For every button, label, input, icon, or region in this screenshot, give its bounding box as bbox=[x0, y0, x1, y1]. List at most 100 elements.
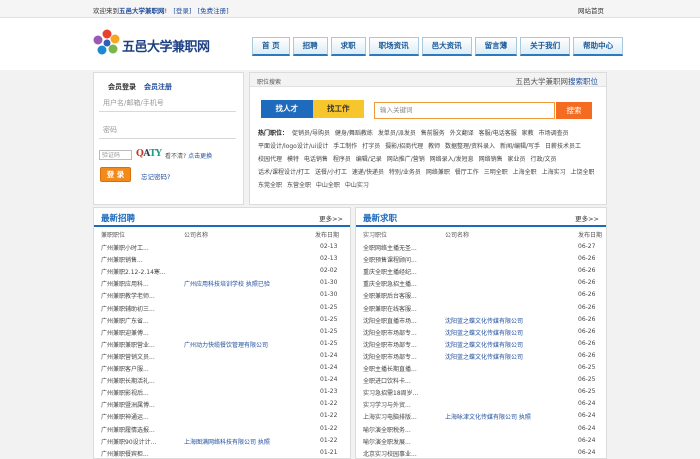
row-job-link[interactable]: 广州兼职应用科... bbox=[101, 279, 181, 288]
row-company-link[interactable]: 沈阳蓝之蝶文化传媒有限公司 bbox=[445, 340, 575, 349]
logo-text[interactable]: 五邑大学兼职网 bbox=[122, 36, 210, 55]
nav-home[interactable]: 首 页 bbox=[252, 37, 290, 56]
hot-job-link[interactable]: 编辑/记录 bbox=[356, 156, 382, 163]
row-job-link[interactable]: 实习急招需18周岁... bbox=[363, 388, 443, 397]
hot-job-link[interactable]: 速递/快递员 bbox=[352, 169, 384, 176]
hot-job-link[interactable]: 健身/舞蹈教练 bbox=[335, 130, 373, 137]
hot-job-link[interactable]: 程序员 bbox=[333, 156, 351, 163]
hot-job-link[interactable]: 打字员 bbox=[362, 143, 380, 150]
row-job-link[interactable]: 广州兼职营销文员... bbox=[101, 352, 181, 361]
hot-job-link[interactable]: 外文翻译 bbox=[450, 130, 474, 137]
top-register-link[interactable]: [免费注册] bbox=[198, 7, 229, 15]
hot-job-link[interactable]: 手工制作 bbox=[333, 143, 357, 150]
nav-about[interactable]: 关于我们 bbox=[520, 37, 571, 56]
hot-job-link[interactable]: 特别/业务员 bbox=[389, 169, 421, 176]
find-talent-tab[interactable]: 找人才 bbox=[261, 100, 313, 118]
row-job-link[interactable]: 广州兼职餐宾柜... bbox=[101, 449, 181, 458]
captcha-input[interactable]: 验证码 bbox=[99, 150, 132, 160]
row-job-link[interactable]: 广州兼职履情选报... bbox=[101, 425, 181, 434]
row-job-link[interactable]: 广州兼职兼职营业... bbox=[101, 340, 181, 349]
row-job-link[interactable]: 沈阳全职直播市场... bbox=[363, 316, 443, 325]
row-company-link[interactable]: 上海图满网络科技有限公司 执照 bbox=[184, 437, 314, 446]
hot-job-link[interactable]: 网络销售 bbox=[479, 156, 503, 163]
row-job-link[interactable]: 沈阳全职市场部专... bbox=[363, 340, 443, 349]
hot-job-link[interactable]: 新闻/编辑/写手 bbox=[500, 143, 540, 150]
hot-job-link[interactable]: 三明全职 bbox=[484, 169, 508, 176]
hot-job-link[interactable]: 网站推广/营销 bbox=[387, 156, 425, 163]
hot-job-link[interactable]: 东莞全职 bbox=[258, 182, 282, 189]
hot-job-link[interactable]: 摄影/招商代理 bbox=[385, 143, 423, 150]
captcha-refresh-link[interactable]: 点击更换 bbox=[188, 153, 212, 160]
hot-job-link[interactable]: 日薪技术员工 bbox=[545, 143, 581, 150]
row-job-link[interactable]: 重庆全职主播经纪... bbox=[363, 267, 443, 276]
hot-job-link[interactable]: 家教 bbox=[522, 130, 534, 137]
hot-job-link[interactable]: 家业员 bbox=[508, 156, 526, 163]
nav-guestbook[interactable]: 留言薄 bbox=[474, 37, 518, 56]
row-job-link[interactable]: 广州兼职广东省... bbox=[101, 316, 181, 325]
nav-help[interactable]: 帮助中心 bbox=[573, 37, 624, 56]
hot-job-link[interactable]: 中山实习 bbox=[345, 182, 369, 189]
seek-more-link[interactable]: 更多>> bbox=[575, 213, 599, 223]
row-job-link[interactable]: 广州兼职迎兼傅... bbox=[101, 328, 181, 337]
row-company-link[interactable]: 广州动力快缆餐饮管理有限公司 bbox=[184, 340, 314, 349]
hot-job-link[interactable]: 送餐/小打工 bbox=[315, 169, 347, 176]
row-job-link[interactable]: 北京实习校园事业... bbox=[363, 449, 443, 458]
row-job-link[interactable]: 喻尔演全职发展... bbox=[363, 437, 443, 446]
nav-school-news[interactable]: 邑大资讯 bbox=[421, 37, 472, 56]
tab-member-login[interactable]: 会员登录 bbox=[108, 83, 136, 91]
row-job-link[interactable]: 全职进口饮料卡... bbox=[363, 376, 443, 385]
hot-job-link[interactable]: 教师 bbox=[428, 143, 440, 150]
hot-job-link[interactable]: 市场调查员 bbox=[539, 130, 569, 137]
row-job-link[interactable]: 重庆全职急招主播... bbox=[363, 279, 443, 288]
hot-job-link[interactable]: 售前服务 bbox=[421, 130, 445, 137]
row-job-link[interactable]: 广州兼职2.12-2.14寒... bbox=[101, 267, 181, 276]
row-company-link[interactable]: 沈阳蓝之蝶文化传媒有限公司 bbox=[445, 328, 575, 337]
home-link[interactable]: 网站首页 bbox=[578, 5, 604, 15]
row-job-link[interactable]: 全职主播长期直播... bbox=[363, 364, 443, 373]
hot-job-link[interactable]: 校园代理 bbox=[258, 156, 282, 163]
row-job-link[interactable]: 实习学习与外贸... bbox=[363, 400, 443, 409]
username-field[interactable]: 用户名/邮箱/手机号 bbox=[99, 95, 236, 112]
row-job-link[interactable]: 全职兼职后台客服... bbox=[363, 291, 443, 300]
row-job-link[interactable]: 广州兼职神通运... bbox=[101, 412, 181, 421]
row-job-link[interactable]: 广州兼职销售... bbox=[101, 255, 181, 264]
row-job-link[interactable]: 沈阳全职市场部专... bbox=[363, 352, 443, 361]
hot-job-link[interactable]: 电话销售 bbox=[304, 156, 328, 163]
row-job-link[interactable]: 广州兼职90设计计... bbox=[101, 437, 181, 446]
hot-job-link[interactable]: 中山全职 bbox=[316, 182, 340, 189]
hot-job-link[interactable]: 促销员/导购员 bbox=[292, 130, 330, 137]
row-job-link[interactable]: 上海实习电脑排版... bbox=[363, 412, 443, 421]
hot-job-link[interactable]: 网络录入/发短息 bbox=[430, 156, 474, 163]
row-job-link[interactable]: 喻尔演全职税务... bbox=[363, 425, 443, 434]
top-login-link[interactable]: [登录] bbox=[173, 7, 191, 15]
row-job-link[interactable]: 广州兼职辅助初三... bbox=[101, 304, 181, 313]
hot-job-link[interactable]: 上海全职 bbox=[513, 169, 537, 176]
recruit-more-link[interactable]: 更多>> bbox=[319, 213, 343, 223]
row-job-link[interactable]: 全职兼职在线客服... bbox=[363, 304, 443, 313]
nav-recruit[interactable]: 招聘 bbox=[292, 37, 328, 56]
find-job-tab[interactable]: 找工作 bbox=[312, 100, 364, 118]
row-job-link[interactable]: 广州兼职小时工... bbox=[101, 243, 181, 252]
nav-jobseek[interactable]: 求职 bbox=[330, 37, 366, 56]
hot-job-link[interactable]: 上海实习 bbox=[542, 169, 566, 176]
password-field[interactable]: 密码 bbox=[99, 122, 236, 139]
tab-member-register[interactable]: 会员注册 bbox=[144, 83, 172, 91]
hot-job-link[interactable]: 发单员/派发员 bbox=[378, 130, 416, 137]
row-job-link[interactable]: 广州兼职教学老师... bbox=[101, 291, 181, 300]
hot-job-link[interactable]: 行政/文员 bbox=[530, 156, 556, 163]
hot-job-link[interactable]: 数据整理/资料录入 bbox=[445, 143, 495, 150]
row-company-link[interactable]: 沈阳蓝之蝶文化传媒有限公司 bbox=[445, 316, 575, 325]
row-job-link[interactable]: 广州兼职客户服... bbox=[101, 364, 181, 373]
nav-career-news[interactable]: 职场资讯 bbox=[368, 37, 419, 56]
hot-job-link[interactable]: 平面设计/logo设计/ui设计 bbox=[258, 143, 328, 150]
row-job-link[interactable]: 全职网络主播无圣... bbox=[363, 243, 443, 252]
captcha-image[interactable]: QATY bbox=[136, 149, 162, 160]
logo-icon[interactable] bbox=[92, 28, 122, 58]
login-button[interactable]: 登 录 bbox=[100, 167, 131, 182]
hot-job-link[interactable]: 话术/课程设计/打工 bbox=[258, 169, 310, 176]
hot-job-link[interactable]: 上饶全职 bbox=[571, 169, 595, 176]
row-company-link[interactable]: 沈阳蓝之蝶文化传媒有限公司 bbox=[445, 352, 575, 361]
hot-job-link[interactable]: 东营全职 bbox=[287, 182, 311, 189]
row-company-link[interactable]: 上海咏津文化传媒有限公司 执照 bbox=[445, 412, 575, 421]
row-job-link[interactable]: 全职预售课程顾问... bbox=[363, 255, 443, 264]
